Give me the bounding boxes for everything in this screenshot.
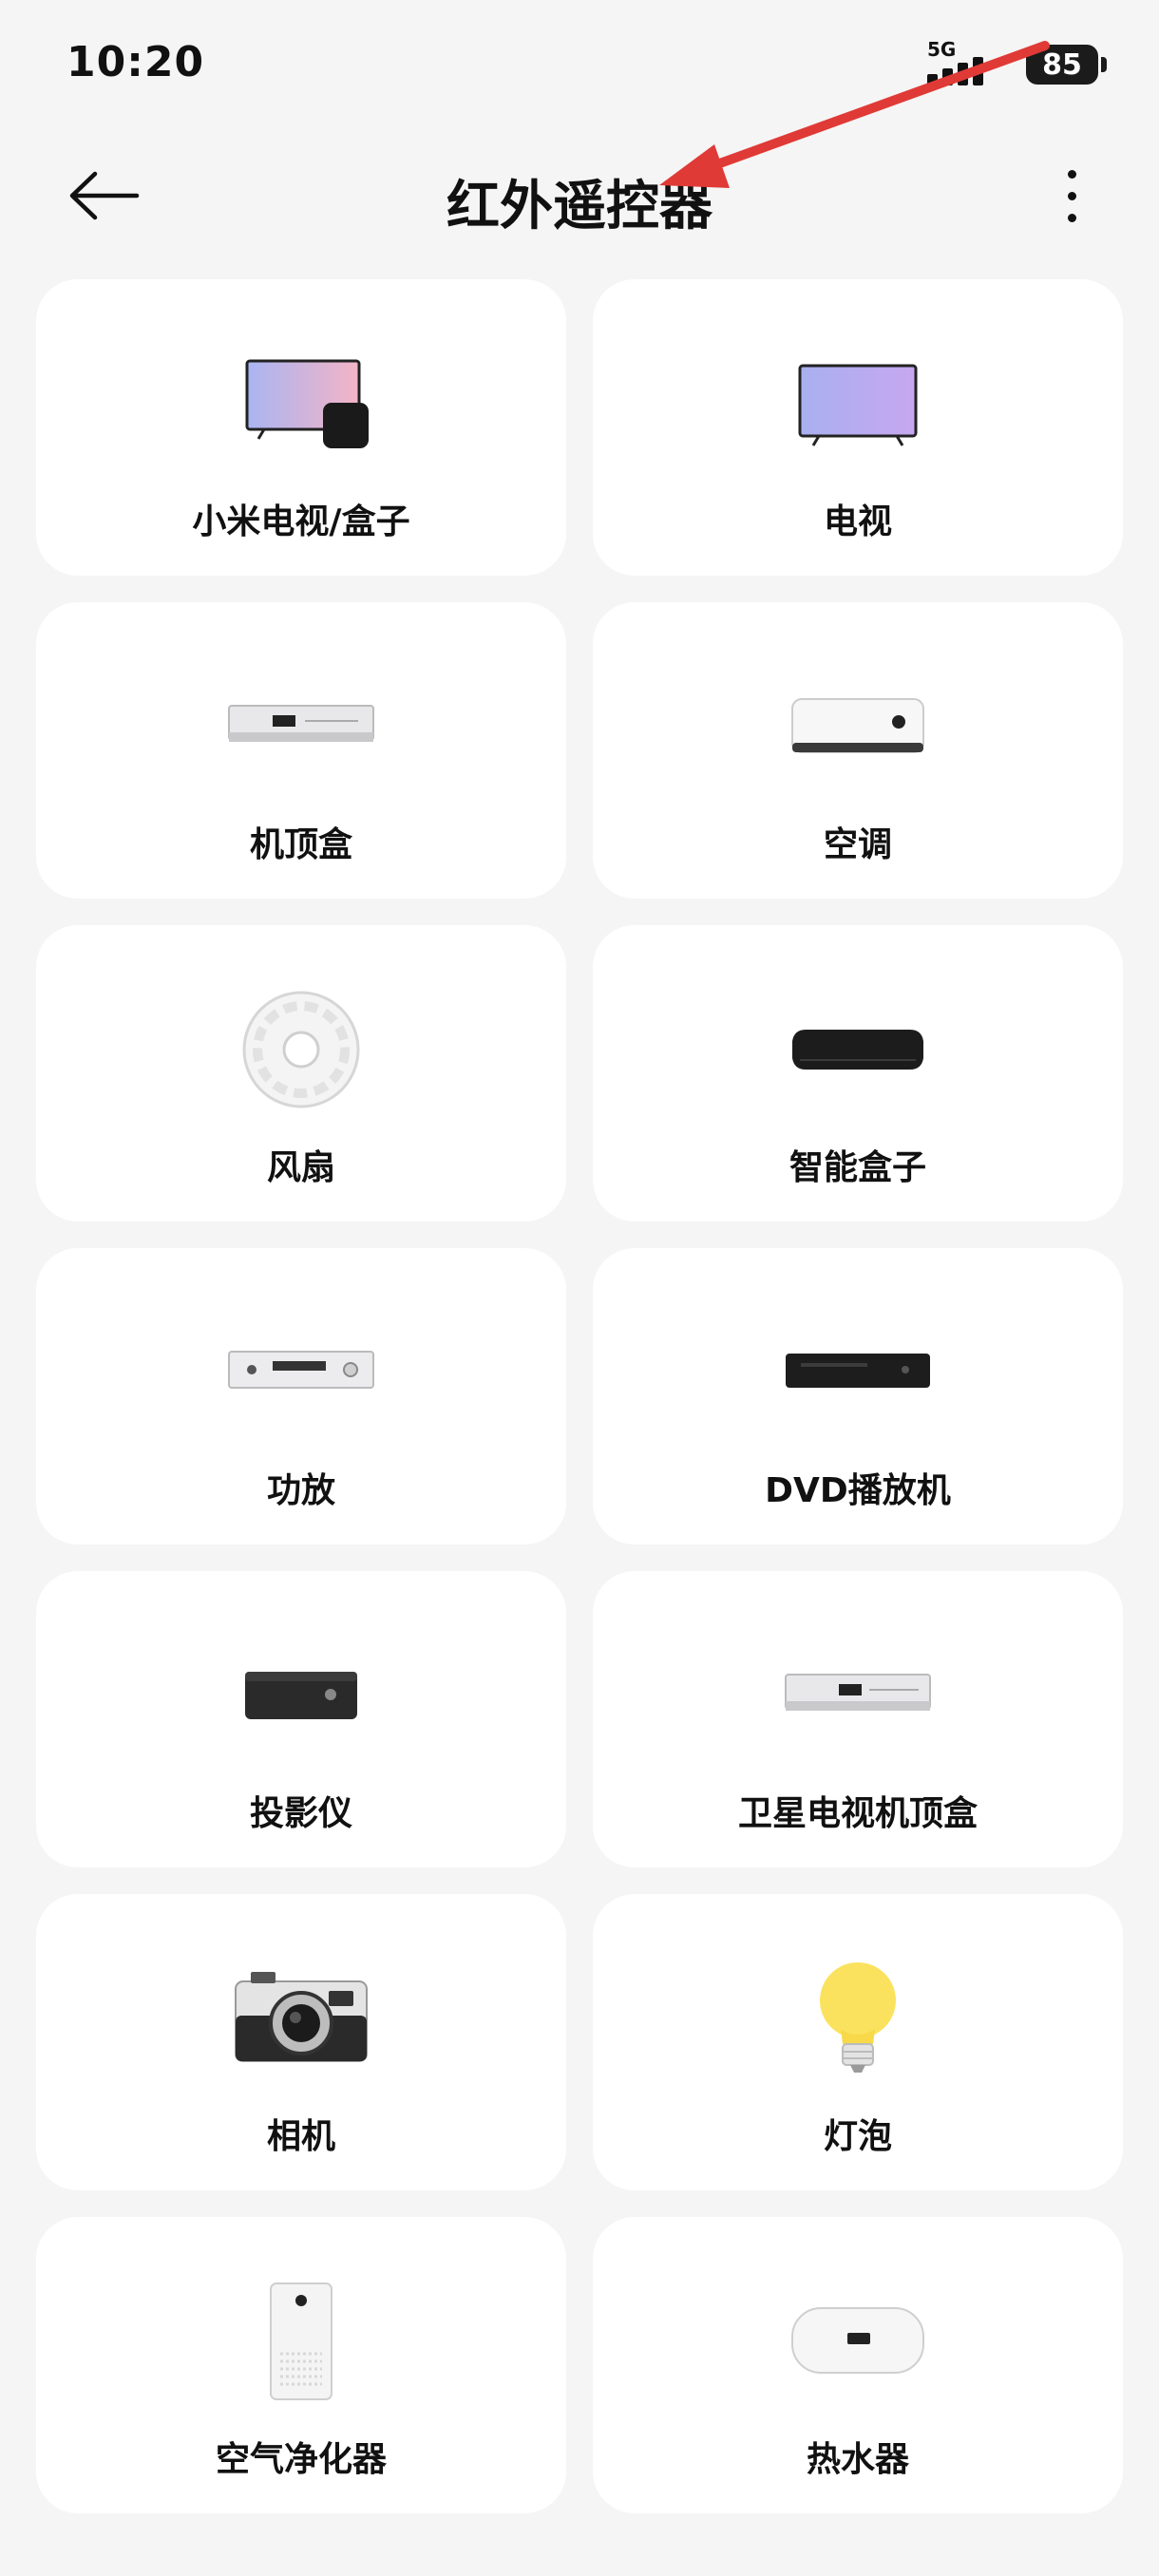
app-header: 红外遥控器 <box>0 142 1159 249</box>
device-card-water-heater[interactable]: 热水器 <box>593 2217 1123 2513</box>
device-label: 相机 <box>266 2117 335 2156</box>
status-bar: 10:20 5G 85 <box>0 0 1159 133</box>
device-label: 功放 <box>266 1471 335 1510</box>
smart-box-icon <box>593 978 1123 1121</box>
device-card-fan[interactable]: 风扇 <box>36 925 566 1222</box>
signal-icon: 5G <box>927 38 1013 87</box>
device-card-xiaomi-tv-box[interactable]: 小米电视/盒子 <box>36 279 566 576</box>
device-card-air-conditioner[interactable]: 空调 <box>593 602 1123 899</box>
air-purifier-icon <box>36 2270 566 2413</box>
more-dot-icon <box>1067 169 1076 179</box>
device-card-satellite-box[interactable]: 卫星电视机顶盒 <box>593 1571 1123 1867</box>
battery-level: 85 <box>1042 47 1082 82</box>
device-label: 小米电视/盒子 <box>192 502 410 541</box>
device-label: 风扇 <box>266 1148 335 1187</box>
more-dot-icon <box>1067 191 1076 200</box>
dvd-player-icon <box>593 1301 1123 1444</box>
camera-icon <box>36 1947 566 2090</box>
device-card-light-bulb[interactable]: 灯泡 <box>593 1894 1123 2190</box>
amplifier-icon <box>36 1301 566 1444</box>
more-options-button[interactable] <box>1045 161 1098 230</box>
device-label: 空调 <box>823 825 892 864</box>
device-label: 灯泡 <box>823 2117 892 2156</box>
device-label: 智能盒子 <box>788 1148 926 1187</box>
more-dot-icon <box>1067 213 1076 222</box>
device-label: 电视 <box>823 502 892 541</box>
set-top-box-icon <box>36 655 566 798</box>
device-card-tv[interactable]: 电视 <box>593 279 1123 576</box>
device-label: 卫星电视机顶盒 <box>737 1794 978 1833</box>
status-icons: 5G 85 <box>927 38 1107 87</box>
battery-icon: 85 <box>1026 45 1107 85</box>
page-title: 红外遥控器 <box>446 176 712 237</box>
tv-box-icon <box>36 332 566 475</box>
water-heater-icon <box>593 2270 1123 2413</box>
device-label: 热水器 <box>806 2440 909 2479</box>
device-label: 机顶盒 <box>249 825 352 864</box>
device-grid: 小米电视/盒子 电视 机顶盒 空调 风扇 智能盒子 功放 DVD播放机 投影仪 … <box>36 279 1123 2513</box>
device-card-camera[interactable]: 相机 <box>36 1894 566 2190</box>
device-card-air-purifier[interactable]: 空气净化器 <box>36 2217 566 2513</box>
fan-icon <box>36 978 566 1121</box>
device-label: DVD播放机 <box>765 1471 951 1510</box>
status-time: 10:20 <box>66 38 205 86</box>
satellite-box-icon <box>593 1624 1123 1767</box>
tv-icon <box>593 332 1123 475</box>
device-label: 空气净化器 <box>215 2440 387 2479</box>
air-conditioner-icon <box>593 655 1123 798</box>
device-card-projector[interactable]: 投影仪 <box>36 1571 566 1867</box>
device-card-set-top-box[interactable]: 机顶盒 <box>36 602 566 899</box>
projector-icon <box>36 1624 566 1767</box>
light-bulb-icon <box>593 1947 1123 2090</box>
device-card-dvd-player[interactable]: DVD播放机 <box>593 1248 1123 1544</box>
device-card-amplifier[interactable]: 功放 <box>36 1248 566 1544</box>
device-card-smart-box[interactable]: 智能盒子 <box>593 925 1123 1222</box>
device-label: 投影仪 <box>249 1794 352 1833</box>
